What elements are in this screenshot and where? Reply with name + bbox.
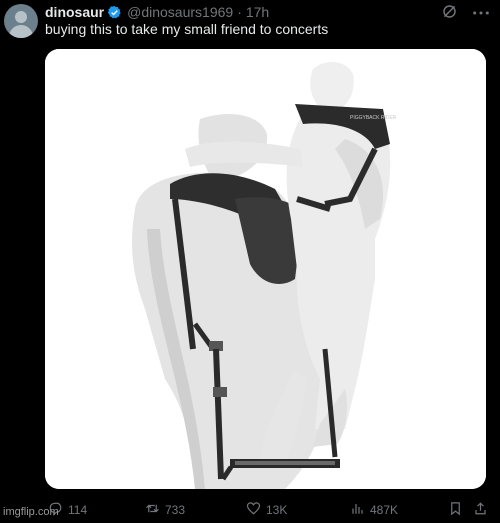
share-icon xyxy=(473,501,488,519)
separator-dot: · xyxy=(237,4,242,20)
tweet-actions: 114 733 13K 487K xyxy=(45,500,488,520)
like-button[interactable]: 13K xyxy=(246,501,287,519)
timestamp[interactable]: 17h xyxy=(246,4,269,20)
retweet-button[interactable]: 733 xyxy=(145,501,185,519)
retweet-count: 733 xyxy=(165,503,186,517)
views-button[interactable]: 487K xyxy=(350,501,398,519)
imgflip-watermark: imgflip.com xyxy=(3,506,59,518)
mannequin-carrier-photo: PIGGYBACK RIDER xyxy=(45,49,486,489)
tweet-header: dinosaur @dinosaurs1969 · 17h xyxy=(45,3,490,21)
more-options-icon[interactable] xyxy=(472,5,490,21)
analytics-icon xyxy=(350,501,365,519)
bookmark-icon xyxy=(448,501,463,519)
verified-badge-icon xyxy=(107,5,122,20)
like-count: 13K xyxy=(266,503,288,517)
grok-icon[interactable] xyxy=(441,3,458,23)
tweet-text: buying this to take my small friend to c… xyxy=(45,21,329,37)
views-count: 487K xyxy=(370,503,399,517)
bookmark-button[interactable] xyxy=(448,501,463,519)
share-button[interactable] xyxy=(473,501,488,519)
author-handle[interactable]: @dinosaurs1969 xyxy=(127,4,233,20)
harness-label: PIGGYBACK RIDER xyxy=(350,115,397,121)
author-name[interactable]: dinosaur xyxy=(45,4,104,20)
heart-icon xyxy=(246,501,261,519)
avatar[interactable] xyxy=(4,4,38,38)
retweet-icon xyxy=(145,501,160,519)
reply-count: 114 xyxy=(68,503,88,517)
tweet-image[interactable]: PIGGYBACK RIDER xyxy=(45,49,486,489)
